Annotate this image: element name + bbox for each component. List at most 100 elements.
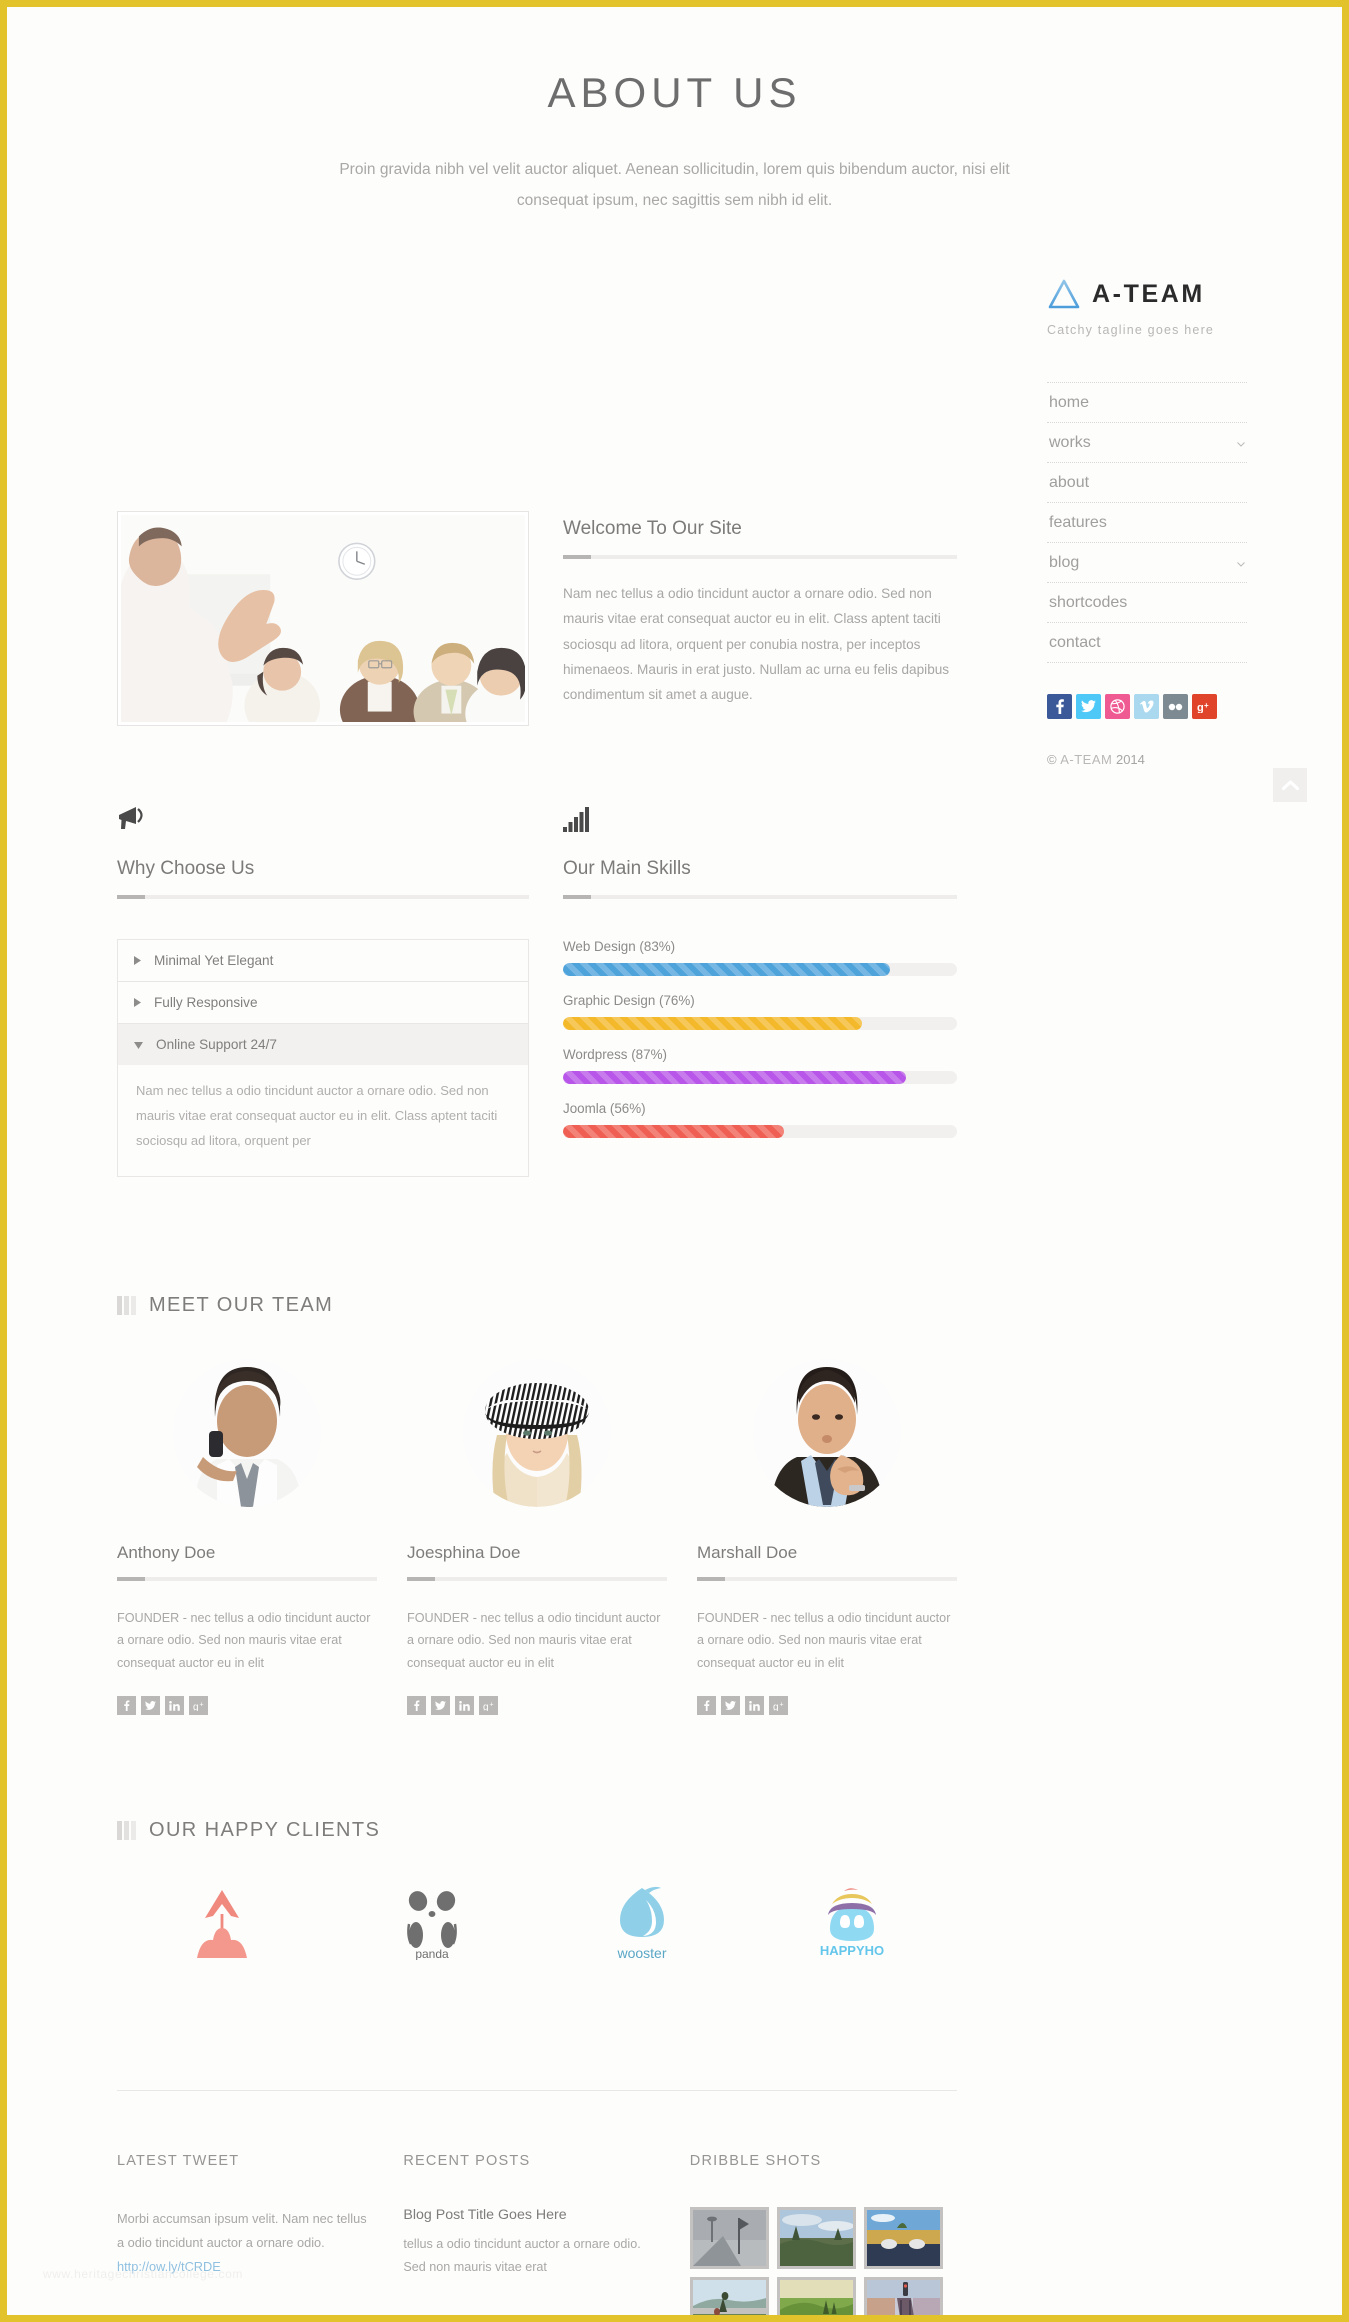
member-name: Marshall Doe — [697, 1542, 798, 1562]
nav-item-works[interactable]: works — [1047, 422, 1247, 462]
triangle-down-icon — [134, 1037, 143, 1052]
accordion-header[interactable]: Minimal Yet Elegant — [118, 940, 528, 981]
accordion-label: Fully Responsive — [154, 995, 258, 1010]
linkedin-icon[interactable] — [745, 1696, 764, 1716]
googleplus-icon[interactable]: g + — [769, 1696, 788, 1716]
twitter-icon[interactable] — [1076, 694, 1101, 719]
nav-label: contact — [1049, 634, 1101, 651]
facebook-icon[interactable] — [117, 1696, 136, 1716]
avatar — [463, 1358, 611, 1507]
dribble-shot[interactable] — [689, 2277, 769, 2315]
nav-item-contact[interactable]: contact — [1047, 622, 1247, 663]
svg-text:g: g — [193, 1702, 199, 1711]
sidebar: A-TEAM Catchy tagline goes here home wor… — [1047, 278, 1247, 767]
heading-rule — [117, 895, 529, 899]
svg-text:+: + — [199, 1701, 203, 1708]
nav-label: about — [1049, 474, 1090, 491]
skill-bar-fill — [563, 1017, 863, 1030]
dribble-shot[interactable] — [689, 2207, 769, 2270]
accordion-label: Minimal Yet Elegant — [154, 953, 274, 968]
three-bars-icon — [117, 1821, 136, 1841]
nav-item-shortcodes[interactable]: shortcodes — [1047, 582, 1247, 622]
member-name: Anthony Doe — [117, 1542, 216, 1562]
client-logo-wooster[interactable]: wooster — [537, 1878, 747, 1970]
facebook-icon[interactable] — [1047, 694, 1072, 719]
dribble-shot[interactable] — [776, 2207, 856, 2270]
dribbble-icon[interactable] — [1105, 694, 1130, 719]
tweet-text: Morbi accumsan ipsum velit. Nam nec tell… — [117, 2314, 367, 2315]
feature-row: Why Choose Us Minimal Yet Elegant Fully … — [117, 796, 957, 1177]
client-logo-panda[interactable]: panda — [327, 1878, 537, 1970]
accordion-item[interactable]: Fully Responsive — [118, 982, 528, 1024]
nav-item-about[interactable]: about — [1047, 462, 1247, 502]
brand-tagline: Catchy tagline goes here — [1047, 323, 1215, 337]
svg-text:g: g — [483, 1702, 489, 1711]
scroll-to-top-button[interactable] — [1273, 768, 1307, 802]
clients-section-title: OUR HAPPY CLIENTS — [117, 1819, 957, 1842]
skill-row: Web Design (83%) — [563, 939, 957, 976]
googleplus-icon[interactable]: g + — [479, 1696, 498, 1716]
skill-label: Joomla (56%) — [563, 1101, 646, 1116]
nav-item-blog[interactable]: blog — [1047, 542, 1247, 582]
linkedin-icon[interactable] — [455, 1696, 474, 1716]
footer-title: DRIBBLE SHOTS — [689, 2153, 822, 2170]
nav-item-features[interactable]: features — [1047, 502, 1247, 542]
brand[interactable]: A-TEAM — [1047, 278, 1247, 310]
accordion-item-expanded[interactable]: Online Support 24/7 Nam nec tellus a odi… — [118, 1024, 528, 1176]
post-title[interactable]: Blog Post Title Goes Here — [403, 2207, 655, 2223]
recent-post: Blog Post Title Goes Here tellus a odio … — [403, 2314, 655, 2315]
sidebar-social-links: g + — [1047, 694, 1247, 719]
twitter-icon[interactable] — [141, 1696, 160, 1716]
dribble-shot[interactable] — [863, 2207, 943, 2270]
tweet-text: Morbi accumsan ipsum velit. Nam nec tell… — [117, 2211, 367, 2250]
skills-col: Our Main Skills Web Design (83%) Graphic… — [563, 796, 957, 1177]
megaphone-icon — [117, 796, 529, 832]
nav-label: blog — [1049, 554, 1080, 571]
why-choose-heading: Why Choose Us — [117, 858, 255, 879]
avatar-image — [463, 1358, 611, 1507]
triangle-right-icon — [134, 995, 141, 1010]
nav-label: shortcodes — [1049, 594, 1128, 611]
accordion-item[interactable]: Minimal Yet Elegant — [118, 940, 528, 982]
vimeo-icon[interactable] — [1134, 694, 1159, 719]
accordion-header[interactable]: Online Support 24/7 — [118, 1024, 528, 1065]
skill-row: Graphic Design (76%) — [563, 993, 957, 1030]
shot-image — [692, 2210, 766, 2267]
facebook-icon[interactable] — [407, 1696, 426, 1716]
skill-bar-fill — [563, 1071, 906, 1084]
accordion-header[interactable]: Fully Responsive — [118, 982, 528, 1023]
flickr-icon[interactable] — [1163, 694, 1188, 719]
skill-bar-track — [563, 1071, 957, 1084]
member-bio: FOUNDER - nec tellus a odio tincidunt au… — [117, 1610, 371, 1670]
dribble-shot[interactable] — [776, 2277, 856, 2315]
nav-item-home[interactable]: home — [1047, 382, 1247, 422]
dribble-shot[interactable] — [863, 2277, 943, 2315]
facebook-icon[interactable] — [697, 1696, 716, 1716]
twitter-icon[interactable] — [431, 1696, 450, 1716]
footer-col-tweets: LATEST TWEET Morbi accumsan ipsum velit.… — [117, 2153, 369, 2315]
client-logo-happyho[interactable]: HAPPYHO — [747, 1878, 957, 1970]
wooster-logo-icon: wooster — [616, 1886, 667, 1961]
twitter-icon[interactable] — [721, 1696, 740, 1716]
linkedin-icon[interactable] — [165, 1696, 184, 1716]
signal-bars-icon — [563, 796, 957, 832]
member-name: Joesphina Doe — [407, 1542, 521, 1562]
nav-label: features — [1049, 514, 1107, 531]
skill-bar-fill — [563, 1125, 784, 1138]
footer-title: LATEST TWEET — [117, 2153, 240, 2170]
post-title[interactable]: Blog Post Title Goes Here — [403, 2314, 655, 2315]
shot-image — [866, 2210, 940, 2267]
why-choose-col: Why Choose Us Minimal Yet Elegant Fully … — [117, 796, 529, 1177]
heading-rule — [563, 555, 957, 559]
googleplus-icon[interactable]: g + — [1192, 694, 1217, 719]
googleplus-icon[interactable]: g + — [189, 1696, 208, 1716]
svg-text:panda: panda — [415, 1947, 449, 1960]
copyright: © A-TEAM 2014 — [1047, 752, 1247, 767]
team-grid: Anthony Doe FOUNDER - nec tellus a odio … — [117, 1358, 957, 1716]
client-logo-tree[interactable] — [117, 1878, 327, 1970]
shot-image — [779, 2210, 853, 2267]
skills-list: Web Design (83%) Graphic Design (76%) Wo… — [563, 939, 957, 1138]
shot-image — [779, 2280, 853, 2315]
skill-bar-fill — [563, 963, 891, 976]
footer: LATEST TWEET Morbi accumsan ipsum velit.… — [117, 2153, 957, 2315]
